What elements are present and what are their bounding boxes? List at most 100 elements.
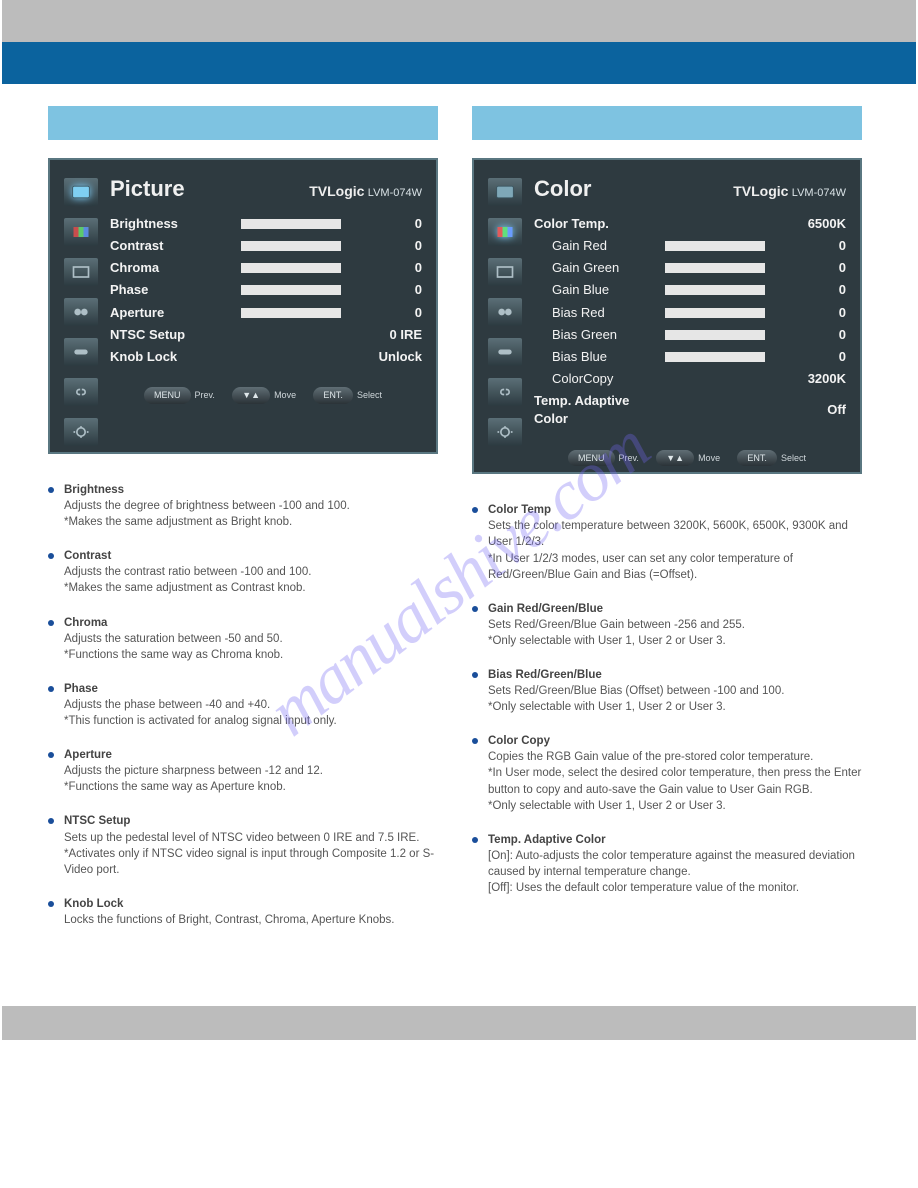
osd-row-bar [241, 263, 341, 273]
osd-row-value: 3200K [776, 370, 846, 388]
osd-row-bar [665, 308, 765, 318]
osd-row-label: NTSC Setup [110, 326, 230, 344]
osd-menu-row: NTSC Setup0 IRE [110, 324, 422, 346]
osd-model: LVM-074W [368, 187, 422, 199]
osd-row-bar [665, 330, 765, 340]
description-title: Temp. Adaptive Color [488, 832, 862, 848]
description-item: Color CopyCopies the RGB Gain value of t… [472, 733, 862, 813]
osd-icon-picture [488, 178, 522, 206]
osd-row-value: 0 [352, 259, 422, 277]
hint-prev-pill: MENU [568, 450, 615, 467]
osd-icon-other [64, 338, 98, 366]
osd-row-value: 0 [776, 326, 846, 344]
osd-icon-color [488, 218, 522, 246]
osd-row-label: Gain Blue [534, 281, 654, 299]
right-section-header [472, 106, 862, 140]
description-body: PhaseAdjusts the phase between -40 and +… [64, 681, 438, 729]
description-item: ContrastAdjusts the contrast ratio betwe… [48, 548, 438, 596]
description-title: Contrast [64, 548, 438, 564]
description-body: ApertureAdjusts the picture sharpness be… [64, 747, 438, 795]
bullet-icon [472, 837, 478, 843]
description-item: ChromaAdjusts the saturation between -50… [48, 615, 438, 663]
osd-row-value: 0 [352, 281, 422, 299]
osd-hint-bar: MENUPrev. ▼▲Move ENT.Select [110, 380, 422, 404]
description-item: Bias Red/Green/BlueSets Red/Green/Blue B… [472, 667, 862, 715]
color-menu-screenshot: Color TVLogic LVM-074W Color Temp.6500KG… [472, 158, 862, 474]
osd-row-label: Phase [110, 281, 230, 299]
description-title: Knob Lock [64, 896, 438, 912]
osd-icon-link [64, 378, 98, 406]
bullet-icon [472, 738, 478, 744]
osd-menu-row: Brightness0 [110, 213, 422, 235]
left-column: Picture TVLogic LVM-074W Brightness0Cont… [48, 106, 438, 946]
left-section-header [48, 106, 438, 140]
description-item: Gain Red/Green/BlueSets Red/Green/Blue G… [472, 601, 862, 649]
bullet-icon [472, 507, 478, 513]
osd-menu-row: Gain Blue0 [534, 279, 846, 301]
description-item: Temp. Adaptive Color[On]: Auto-adjusts t… [472, 832, 862, 896]
osd-row-value: Unlock [352, 348, 422, 366]
description-body: Color CopyCopies the RGB Gain value of t… [488, 733, 862, 813]
osd-row-bar [241, 241, 341, 251]
osd-menu-row: ColorCopy 3200K [534, 368, 846, 390]
description-body: ChromaAdjusts the saturation between -50… [64, 615, 438, 663]
bullet-icon [48, 818, 54, 824]
osd-row-label: Bias Red [534, 304, 654, 322]
osd-row-bar [665, 241, 765, 251]
osd-row-value: 6500K [776, 215, 846, 233]
osd-title: Picture [110, 174, 185, 205]
osd-row-value: 0 [352, 304, 422, 322]
right-column: Color TVLogic LVM-074W Color Temp.6500KG… [472, 106, 862, 946]
osd-row-bar [241, 308, 341, 318]
osd-icon-system [488, 418, 522, 446]
osd-row-label: Gain Green [534, 259, 654, 277]
osd-brand: TVLogic [309, 183, 364, 199]
hint-select-pill: ENT. [313, 387, 353, 404]
osd-menu-row: Bias Red0 [534, 302, 846, 324]
bullet-icon [48, 620, 54, 626]
osd-row-bar [665, 263, 765, 273]
osd-row-label: ColorCopy [534, 370, 654, 388]
description-title: Phase [64, 681, 438, 697]
description-body: BrightnessAdjusts the degree of brightne… [64, 482, 438, 530]
description-title: Bias Red/Green/Blue [488, 667, 862, 683]
left-descriptions: BrightnessAdjusts the degree of brightne… [48, 482, 438, 946]
osd-model: LVM-074W [792, 187, 846, 199]
osd-row-label: Chroma [110, 259, 230, 277]
osd-row-label: Bias Green [534, 326, 654, 344]
description-body: Gain Red/Green/BlueSets Red/Green/Blue G… [488, 601, 862, 649]
description-body: Temp. Adaptive Color[On]: Auto-adjusts t… [488, 832, 862, 896]
osd-row-label: Temp. Adaptive Color [534, 392, 654, 428]
osd-menu-row: Aperture0 [110, 302, 422, 324]
description-title: Aperture [64, 747, 438, 763]
osd-row-value: 0 [776, 237, 846, 255]
osd-menu-row: Bias Green 0 [534, 324, 846, 346]
osd-menu-row: Bias Blue 0 [534, 346, 846, 368]
description-body: NTSC SetupSets up the pedestal level of … [64, 813, 438, 877]
bullet-icon [472, 672, 478, 678]
osd-menu-row: Temp. Adaptive Color Off [534, 390, 846, 430]
osd-icon-link [488, 378, 522, 406]
description-item: NTSC SetupSets up the pedestal level of … [48, 813, 438, 877]
osd-menu-row: Gain Red0 [534, 235, 846, 257]
description-title: Color Copy [488, 733, 862, 749]
osd-row-label: Bias Blue [534, 348, 654, 366]
osd-menu-row: Contrast0 [110, 235, 422, 257]
osd-row-value: Off [776, 401, 846, 419]
osd-row-value: 0 [352, 237, 422, 255]
osd-row-label: Knob Lock [110, 348, 230, 366]
page-footer-stripe [2, 1006, 916, 1040]
description-title: Brightness [64, 482, 438, 498]
bullet-icon [48, 553, 54, 559]
osd-menu-row: Chroma 0 [110, 257, 422, 279]
osd-row-value: 0 [776, 348, 846, 366]
osd-icon-gpi [64, 298, 98, 326]
description-item: Color TempSets the color temperature bet… [472, 502, 862, 582]
osd-row-bar [665, 285, 765, 295]
description-item: ApertureAdjusts the picture sharpness be… [48, 747, 438, 795]
osd-menu-row: Knob Lock Unlock [110, 346, 422, 368]
right-descriptions: Color TempSets the color temperature bet… [472, 502, 862, 914]
description-body: Bias Red/Green/BlueSets Red/Green/Blue B… [488, 667, 862, 715]
description-title: Chroma [64, 615, 438, 631]
description-title: NTSC Setup [64, 813, 438, 829]
